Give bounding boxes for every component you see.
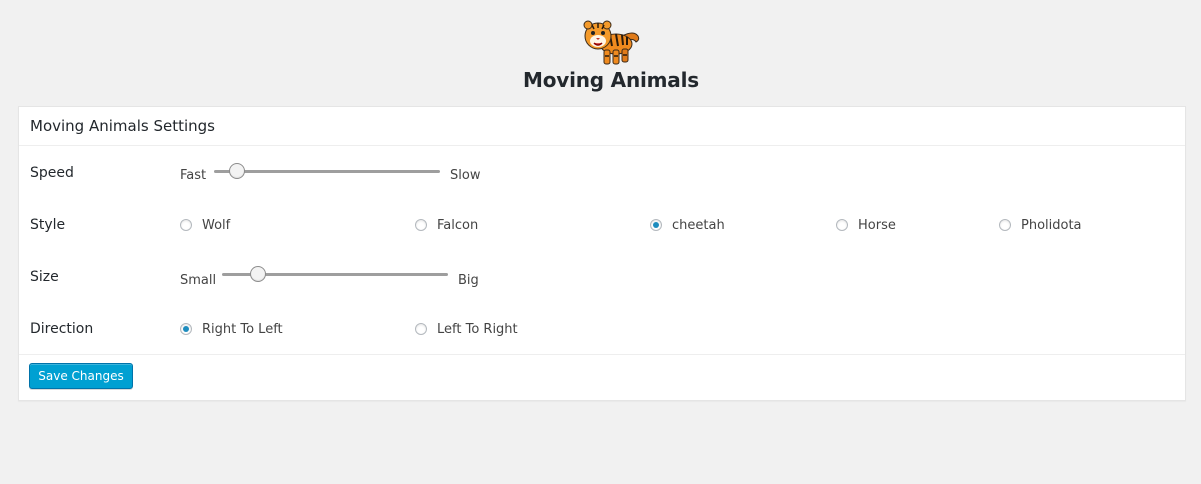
size-min-label: Small — [180, 273, 217, 288]
style-option-wolf-label: Wolf — [202, 218, 231, 233]
style-option-horse-label: Horse — [858, 218, 896, 233]
panel-heading: Moving Animals Settings — [19, 107, 1185, 146]
direction-option-right-to-left-label: Right To Left — [202, 322, 283, 337]
style-option-cheetah-label: cheetah — [672, 218, 725, 233]
tiger-icon — [583, 20, 640, 65]
speed-max-label: Slow — [450, 168, 481, 183]
speed-min-label: Fast — [180, 168, 207, 183]
direction-label: Direction — [30, 321, 94, 337]
speed-label: Speed — [30, 165, 74, 181]
style-label: Style — [30, 217, 66, 233]
direction-option-left-to-right-label: Left To Right — [437, 322, 518, 337]
style-radio-pholidota[interactable] — [999, 219, 1011, 231]
save-changes-button[interactable]: Save Changes — [29, 363, 133, 389]
speed-slider-track[interactable] — [214, 170, 440, 173]
style-option-falcon-label: Falcon — [437, 218, 479, 233]
size-slider-thumb[interactable] — [250, 266, 267, 282]
direction-radio-left-to-right[interactable] — [415, 323, 427, 335]
page-header: Moving Animals — [0, 0, 1201, 100]
style-radio-wolf[interactable] — [180, 219, 192, 231]
settings-panel: Moving Animals Settings Speed Fast Slow … — [18, 106, 1186, 401]
style-radio-falcon[interactable] — [415, 219, 427, 231]
page-title: Moving Animals — [523, 68, 699, 92]
style-radio-horse[interactable] — [836, 219, 848, 231]
speed-slider-thumb[interactable] — [228, 163, 245, 179]
size-label: Size — [30, 269, 59, 285]
style-option-pholidota-label: Pholidota — [1021, 218, 1082, 233]
footer-divider — [19, 354, 1185, 355]
direction-radio-right-to-left[interactable] — [180, 323, 192, 335]
settings-heading: Moving Animals Settings — [30, 117, 215, 135]
style-radio-cheetah[interactable] — [650, 219, 662, 231]
size-max-label: Big — [458, 273, 479, 288]
